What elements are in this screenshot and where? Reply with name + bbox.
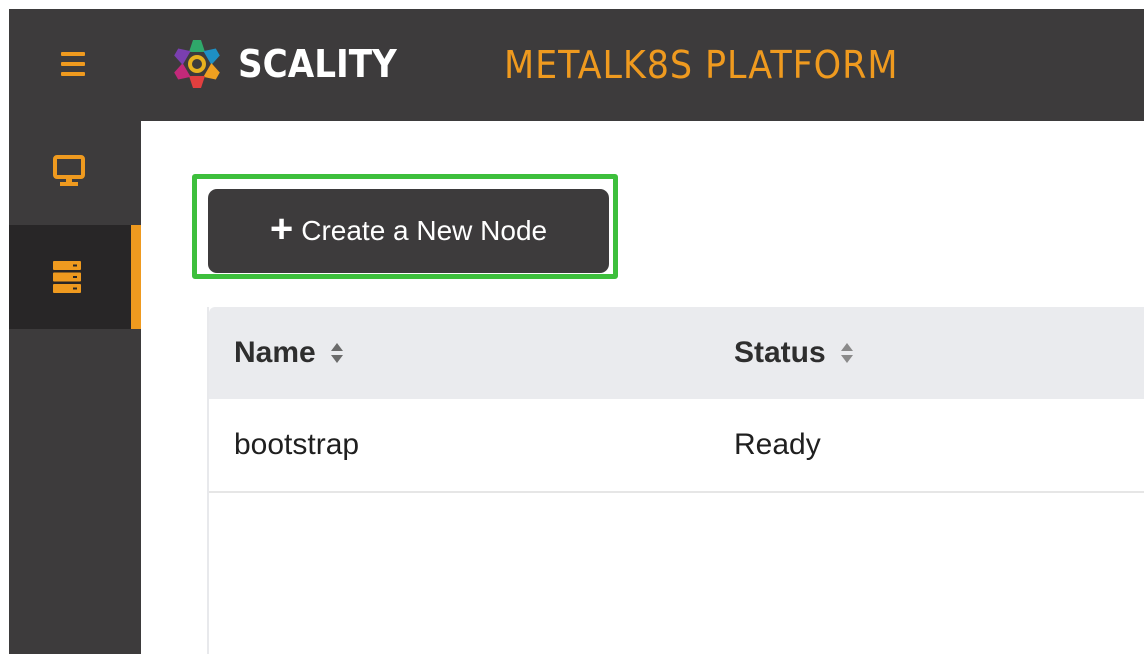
active-indicator: [131, 225, 141, 329]
table-row[interactable]: bootstrap Ready: [209, 399, 1144, 493]
scality-logo-icon: [174, 40, 220, 88]
hamburger-icon[interactable]: [53, 45, 93, 85]
column-header-label: Status: [734, 336, 826, 369]
top-navbar: SCALITY METALK8S PLATFORM: [9, 9, 1144, 121]
sidebar: [9, 121, 141, 654]
main-content: + Create a New Node Name Status bootstra…: [141, 121, 1144, 654]
app-window: SCALITY METALK8S PLATFORM + Create a New…: [0, 0, 1144, 654]
nodes-table: Name Status bootstrap Ready: [207, 307, 1144, 654]
cell-node-name[interactable]: bootstrap: [234, 399, 359, 491]
sort-icon: [330, 343, 343, 363]
product-title: METALK8S PLATFORM: [504, 43, 899, 87]
window-edge: [0, 0, 9, 654]
scality-logo[interactable]: SCALITY: [170, 37, 414, 91]
sidebar-item-nodes[interactable]: [9, 225, 141, 329]
server-icon: [53, 261, 81, 293]
column-header-status[interactable]: Status: [734, 307, 854, 399]
brand-name: SCALITY: [238, 42, 397, 86]
table-header: Name Status: [209, 307, 1144, 399]
monitor-icon: [53, 155, 85, 186]
create-node-button[interactable]: + Create a New Node: [208, 189, 609, 273]
column-header-name[interactable]: Name: [234, 307, 344, 399]
column-header-label: Name: [234, 336, 316, 369]
cell-node-status: Ready: [734, 428, 821, 461]
sort-icon: [840, 343, 853, 363]
sidebar-item-monitoring[interactable]: [9, 121, 141, 225]
create-node-label: Create a New Node: [301, 215, 548, 246]
plus-icon: +: [269, 207, 294, 251]
